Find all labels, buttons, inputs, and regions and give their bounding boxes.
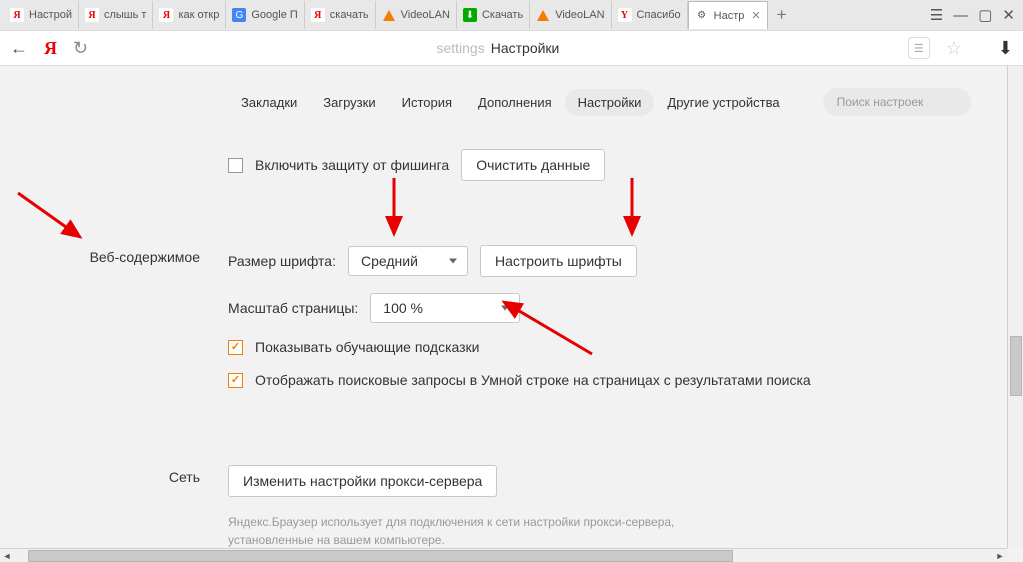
omnibox[interactable]: settings Настройки xyxy=(104,40,892,56)
tab-label: Скачать xyxy=(482,9,523,21)
smartline-checkbox[interactable] xyxy=(228,373,243,388)
new-tab-button[interactable]: + xyxy=(768,5,796,25)
hints-label: Показывать обучающие подсказки xyxy=(255,339,480,355)
settings-nav-link[interactable]: История xyxy=(389,89,465,116)
minimize-button[interactable]: — xyxy=(953,7,968,24)
web-content-heading: Веб-содержимое xyxy=(0,245,228,407)
bookmark-star-icon[interactable]: ☆ xyxy=(946,38,962,59)
smartline-label: Отображать поисковые запросы в Умной стр… xyxy=(255,371,811,391)
downloads-button[interactable]: ⬇ xyxy=(998,38,1013,59)
phishing-label: Включить защиту от фишинга xyxy=(255,157,449,173)
close-tab-icon[interactable]: ✕ xyxy=(751,9,760,22)
settings-nav-link[interactable]: Другие устройства xyxy=(654,89,792,116)
network-heading: Сеть xyxy=(0,465,228,549)
tab-label: Настр xyxy=(714,10,745,22)
address-bar: ← Я ↻ settings Настройки ☰ ☆ ⬇ xyxy=(0,30,1023,66)
browser-tab[interactable]: VideoLAN xyxy=(530,1,611,29)
tab-label: Спасибо xyxy=(637,9,681,21)
page-zoom-label: Масштаб страницы: xyxy=(228,300,358,316)
proxy-settings-button[interactable]: Изменить настройки прокси-сервера xyxy=(228,465,497,497)
hints-checkbox[interactable] xyxy=(228,340,243,355)
settings-content: ЗакладкиЗагрузкиИсторияДополненияНастрой… xyxy=(0,66,1023,562)
tab-label: Google П xyxy=(251,9,297,21)
font-size-label: Размер шрифта: xyxy=(228,253,336,269)
proxy-note: Яндекс.Браузер использует для подключени… xyxy=(228,513,748,549)
tab-label: Настрой xyxy=(29,9,72,21)
horizontal-scrollbar[interactable]: ◄► xyxy=(0,548,1007,562)
tab-label: VideoLAN xyxy=(555,9,604,21)
window-controls: ☰ — ▢ ✕ xyxy=(930,6,1015,24)
browser-tab[interactable]: ЯНастрой xyxy=(4,1,79,29)
browser-tab[interactable]: VideoLAN xyxy=(376,1,457,29)
security-pill-icon[interactable]: ☰ xyxy=(908,37,930,59)
settings-search-input[interactable]: Поиск настроек xyxy=(823,88,971,116)
browser-tab[interactable]: Якак откр xyxy=(153,1,226,29)
tab-label: VideoLAN xyxy=(401,9,450,21)
settings-nav-link[interactable]: Загрузки xyxy=(310,89,388,116)
tab-label: как откр xyxy=(178,9,219,21)
close-window-button[interactable]: ✕ xyxy=(1002,6,1015,24)
customize-fonts-button[interactable]: Настроить шрифты xyxy=(480,245,637,277)
tab-label: слышь т xyxy=(104,9,146,21)
browser-tab[interactable]: YСпасибо xyxy=(612,1,688,29)
browser-tab[interactable]: Яскачать xyxy=(305,1,376,29)
maximize-button[interactable]: ▢ xyxy=(978,6,992,24)
reload-button[interactable]: ↻ xyxy=(73,38,88,59)
browser-tab[interactable]: GGoogle П xyxy=(226,1,304,29)
settings-nav-link[interactable]: Закладки xyxy=(228,89,310,116)
settings-nav-link[interactable]: Настройки xyxy=(565,89,655,116)
url-prefix: settings xyxy=(436,40,484,56)
settings-nav: ЗакладкиЗагрузкиИсторияДополненияНастрой… xyxy=(0,66,1023,134)
browser-tab[interactable]: Яслышь т xyxy=(79,1,153,29)
settings-nav-link[interactable]: Дополнения xyxy=(465,89,565,116)
yandex-logo-icon[interactable]: Я xyxy=(44,38,57,59)
phishing-checkbox[interactable] xyxy=(228,158,243,173)
tab-label: скачать xyxy=(330,9,369,21)
vertical-scrollbar[interactable] xyxy=(1007,66,1023,548)
tab-strip: ЯНастройЯслышь тЯкак открGGoogle ПЯскача… xyxy=(0,0,1023,30)
browser-tab[interactable]: ⬇Скачать xyxy=(457,1,530,29)
font-size-select[interactable]: Средний xyxy=(348,246,468,276)
url-title: Настройки xyxy=(491,40,560,56)
back-button[interactable]: ← xyxy=(10,38,28,59)
page-zoom-select[interactable]: 100 % xyxy=(370,293,520,323)
clear-data-button[interactable]: Очистить данные xyxy=(461,149,605,181)
browser-tab[interactable]: ⚙Настр✕ xyxy=(688,1,768,29)
hamburger-icon[interactable]: ☰ xyxy=(930,6,943,24)
